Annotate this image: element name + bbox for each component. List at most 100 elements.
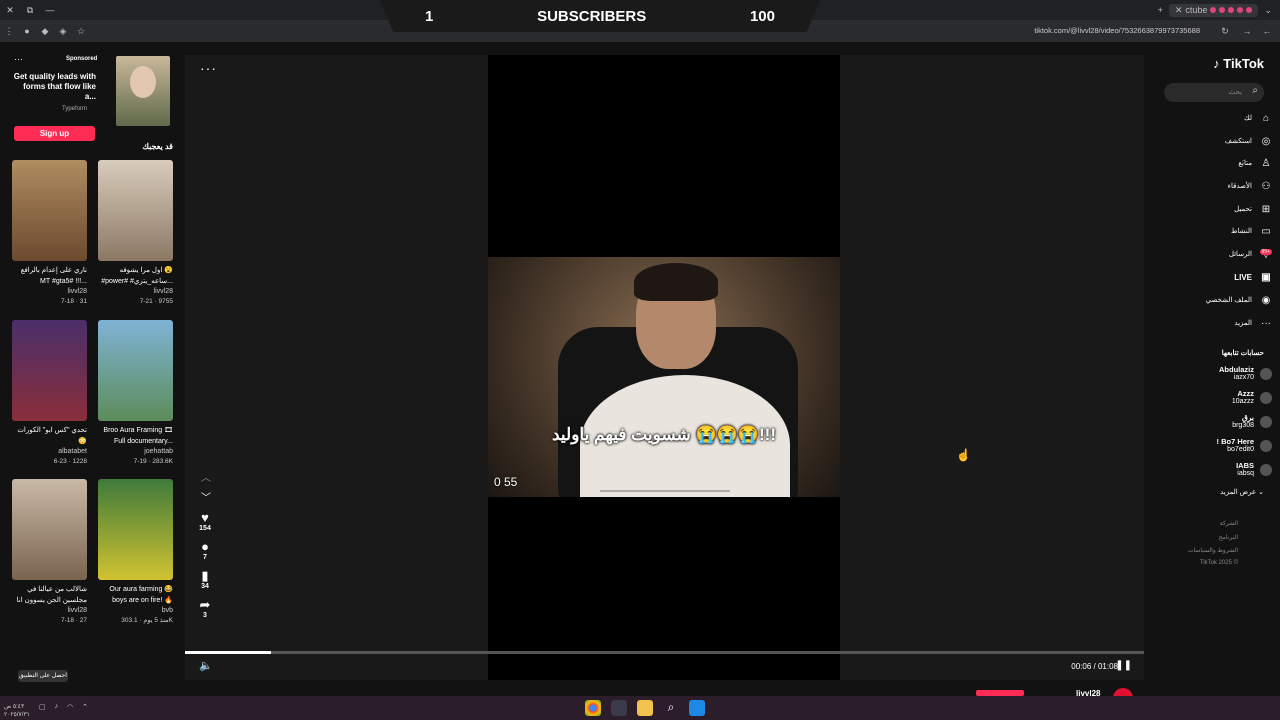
url-field[interactable]: tiktok.com/@livvl28/video/75326638799737… <box>1034 26 1200 35</box>
messages-badge: 99+ <box>1259 248 1272 255</box>
nav-profile[interactable]: الملف الشخصي ◉ <box>1206 291 1272 309</box>
reload-icon[interactable]: ↻ <box>1216 26 1234 37</box>
banner-left-count: 1 <box>425 7 434 25</box>
tab-search-icon[interactable]: ⌄ <box>1264 5 1272 16</box>
card-title: Our aura farming 😂 boys are on fire! 🔥 <box>109 586 173 604</box>
chrome-icon[interactable] <box>585 700 601 716</box>
card-title: ناري على إعدام بالرافع MT #gta5# !!!... <box>20 267 87 285</box>
video-thumbnail[interactable] <box>12 160 87 261</box>
comment-icon[interactable]: ● <box>197 540 213 554</box>
new-tab-icon[interactable]: + <box>1158 5 1163 15</box>
banner-right-count: 100 <box>749 7 775 25</box>
save-count: 34 <box>201 583 209 590</box>
video-thumbnail[interactable] <box>98 160 173 261</box>
more-options-icon[interactable]: ··· <box>200 60 217 76</box>
minimize-icon[interactable]: — <box>40 5 60 15</box>
see-more-link[interactable]: عرض المزيد ⌄ <box>1220 488 1264 496</box>
ad-image[interactable] <box>116 56 170 126</box>
video-card[interactable]: Our aura farming 😂 boys are on fire! 🔥 b… <box>98 479 173 626</box>
tiktok-note-icon: ♪ <box>1213 56 1220 71</box>
like-count: 154 <box>199 525 211 532</box>
folder-icon[interactable] <box>637 700 653 716</box>
subscriber-banner: 1 SUBSCRIBERS 100 <box>380 0 820 32</box>
chevron-down-icon[interactable]: ﹀ <box>201 489 211 504</box>
close-icon[interactable]: ✕ <box>0 5 20 16</box>
get-app-button[interactable]: احصل على التطبيق <box>18 670 68 682</box>
footer-link[interactable]: الشركة <box>1220 520 1238 527</box>
system-tray: ٥:٤٣ ص ٢٠٢٥/٧/٣١ ▢ ♪ ◠ ⌃ <box>4 703 88 719</box>
video-thumbnail[interactable] <box>98 479 173 580</box>
video-card[interactable]: شالالب من عيالنا في مجلسين الجن يسوون ان… <box>12 479 87 626</box>
heart-icon[interactable]: ♥ <box>197 511 213 525</box>
menu-icon[interactable]: ⋮ <box>0 26 18 37</box>
video-card[interactable]: تحدي "كس ابو" الكورات 😳 albatabet 6-23 ·… <box>12 320 87 467</box>
following-account[interactable]: IABS iabsq <box>1236 462 1272 478</box>
video-thumbnail[interactable] <box>12 320 87 421</box>
following-account[interactable]: برق brg308 <box>1232 414 1272 430</box>
video-card[interactable]: Broo Aura Framing 🎞 Full documentary... … <box>98 320 173 467</box>
restore-icon[interactable]: ⧉ <box>20 5 40 16</box>
video-thumbnail[interactable] <box>98 320 173 421</box>
volume-icon[interactable]: 🔈 <box>199 659 213 672</box>
pause-icon[interactable]: ❚❚ <box>1115 660 1132 671</box>
search-icon[interactable]: ⌕ <box>663 700 679 716</box>
browser-tab[interactable]: ✕ ctube <box>1168 3 1259 17</box>
you-may-like-heading: قد يعجبك <box>142 142 173 151</box>
nav-more[interactable]: المزيد ··· <box>1234 314 1272 332</box>
sponsored-ad[interactable]: ··· Sponsored Get quality leads with for… <box>12 54 177 146</box>
card-user[interactable]: albatabet <box>12 447 87 457</box>
extension-icon[interactable]: ● <box>18 26 36 36</box>
search-icon[interactable]: ⌕ <box>1252 85 1258 96</box>
tab-close-icon[interactable]: ✕ <box>1175 5 1183 16</box>
signup-button[interactable]: Sign up <box>14 126 95 141</box>
card-title: اول مرا يشوفه 😮 #power# #ساعه_يتري... <box>101 267 173 285</box>
logo-text: TikTok <box>1223 56 1264 71</box>
card-user[interactable]: livvl28 <box>12 606 87 616</box>
following-account[interactable]: Azzz 10azzz <box>1232 390 1272 406</box>
extension-icon[interactable]: ◆ <box>36 26 54 37</box>
nav-messages[interactable]: الرسائل▽99+ <box>1229 245 1272 263</box>
following-account[interactable]: Abdulaziz iazx70 <box>1219 366 1272 382</box>
nav-for-you[interactable]: لك ⌂ <box>1244 109 1272 127</box>
friends-icon: ⚇ <box>1261 180 1271 192</box>
wifi-icon[interactable]: ◠ <box>67 703 73 719</box>
notification-icon[interactable]: ▢ <box>39 703 46 719</box>
forward-icon[interactable]: → <box>1238 26 1256 36</box>
ad-menu-icon[interactable]: ··· <box>14 54 23 64</box>
progress-bar[interactable] <box>185 651 1144 654</box>
extension-icon[interactable]: ◈ <box>54 26 72 37</box>
footer-link[interactable]: الشروط والسياسات <box>1188 547 1238 554</box>
video-thumbnail[interactable] <box>12 479 87 580</box>
mic-icon[interactable]: ♪ <box>55 703 59 719</box>
share-icon[interactable]: ➦ <box>197 598 213 612</box>
home-icon: ⌂ <box>1262 112 1270 124</box>
tiktok-logo[interactable]: ♪ TikTok <box>1213 56 1264 71</box>
nav-explore[interactable]: استكشف ◎ <box>1225 132 1272 150</box>
chevron-up-icon[interactable]: ︿ <box>201 469 211 484</box>
nav-activity[interactable]: النشاط ▭ <box>1231 222 1272 240</box>
footer-link[interactable]: البرنامج <box>1219 534 1238 541</box>
windows-start-icon[interactable] <box>689 700 705 716</box>
chevron-up-icon[interactable]: ⌃ <box>82 703 88 719</box>
nav-upload[interactable]: تحميل ⊞ <box>1234 200 1272 218</box>
card-meta: 7-19 · 283.6K <box>133 458 173 465</box>
following-account[interactable]: ! Bo7 Here bo7edit0 <box>1216 438 1272 454</box>
taskview-icon[interactable] <box>611 700 627 716</box>
card-title: Broo Aura Framing 🎞 Full documentary... <box>103 427 173 445</box>
nav-following[interactable]: متابَع ♙ <box>1238 154 1272 172</box>
card-user[interactable]: bvb <box>98 606 173 616</box>
avatar <box>1260 392 1272 404</box>
bookmark-icon[interactable]: ▮ <box>197 569 213 583</box>
card-user[interactable]: livvl28 <box>98 287 173 297</box>
card-user[interactable]: livvl28 <box>12 287 87 297</box>
video-player[interactable]: شسويت فيهم ياوليد 😭😭😭!!! 0 55 <box>488 257 840 497</box>
video-card[interactable]: ناري على إعدام بالرافع MT #gta5# !!!... … <box>12 160 87 307</box>
search-placeholder: بحث <box>1228 89 1242 96</box>
video-card[interactable]: اول مرا يشوفه 😮 #power# #ساعه_يتري... li… <box>98 160 173 307</box>
nav-live[interactable]: LIVE ▣ <box>1234 268 1272 286</box>
card-user[interactable]: joehattab <box>98 447 173 457</box>
nav-friends[interactable]: الأصدقاء ⚇ <box>1228 177 1272 195</box>
search-input[interactable]: بحث ⌕ <box>1164 83 1264 102</box>
back-icon[interactable]: ← <box>1258 26 1276 36</box>
star-icon[interactable]: ☆ <box>72 26 90 37</box>
